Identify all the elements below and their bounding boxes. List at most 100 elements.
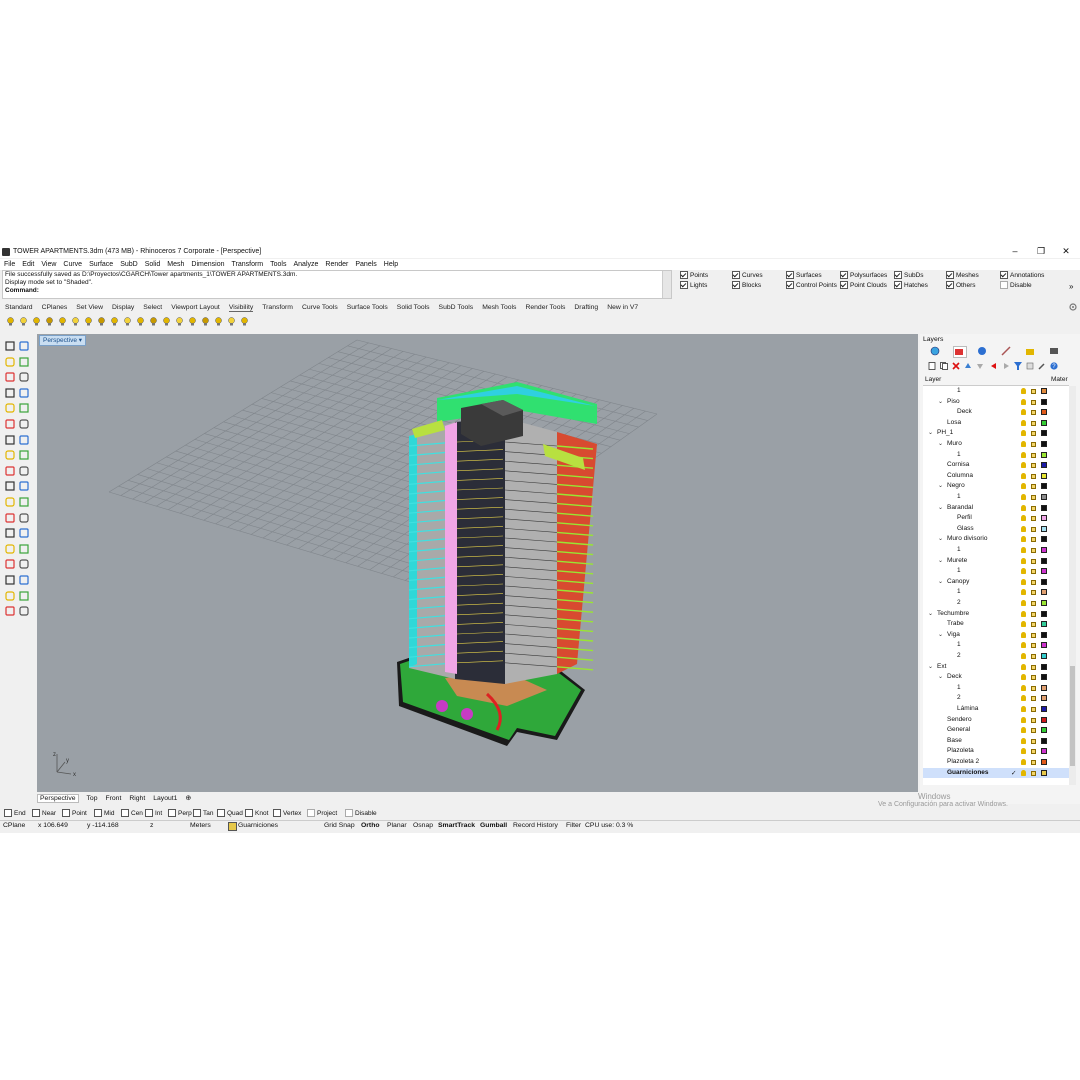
fillet-icon[interactable] — [19, 466, 29, 476]
checkbox[interactable] — [680, 281, 688, 289]
layer-row[interactable]: Deck — [923, 407, 1069, 418]
move-up-icon[interactable] — [964, 362, 972, 370]
move-left-icon[interactable] — [990, 362, 998, 370]
layer-color-swatch[interactable] — [1041, 536, 1047, 543]
menu-view[interactable]: View — [41, 261, 56, 268]
checkbox[interactable] — [732, 271, 740, 279]
layer-row[interactable]: 1 — [923, 640, 1069, 651]
checkbox[interactable] — [168, 809, 176, 817]
viewport-tab-front[interactable]: Front — [105, 795, 121, 802]
lightbulb-icon[interactable] — [1021, 388, 1026, 394]
layer-row[interactable]: 2 — [923, 651, 1069, 662]
layer-color-swatch[interactable] — [1041, 621, 1047, 628]
layers-tab-icon[interactable] — [953, 346, 967, 358]
lightbulb-icon[interactable] — [1021, 494, 1026, 500]
checkbox[interactable] — [193, 809, 201, 817]
layer-color-swatch[interactable] — [1041, 525, 1047, 532]
lightbulb-icon[interactable] — [1021, 547, 1026, 553]
sphere-icon[interactable] — [19, 434, 29, 445]
status-grid-snap[interactable]: Grid Snap — [324, 822, 355, 829]
tab-cplanes[interactable]: CPlanes — [42, 304, 68, 311]
chevron-down-icon[interactable]: ⌄ — [938, 535, 943, 542]
lightbulb-icon[interactable] — [1021, 462, 1026, 469]
split-icon[interactable] — [19, 481, 29, 491]
layer-row[interactable]: 2 — [923, 693, 1069, 704]
lightbulb-icon[interactable] — [1021, 589, 1026, 596]
lightbulb-icon[interactable] — [1021, 759, 1026, 765]
lock-icon[interactable] — [1031, 632, 1036, 638]
lock-icon[interactable] — [1031, 611, 1036, 617]
block-icon[interactable] — [5, 559, 15, 569]
display-tab-icon[interactable] — [977, 346, 989, 356]
layer-color-swatch[interactable] — [1041, 769, 1047, 776]
show-objects-icon[interactable] — [58, 317, 67, 326]
lock-icon[interactable] — [97, 317, 106, 326]
layer-on-icon[interactable] — [214, 317, 223, 326]
osnap-tan[interactable]: Tan — [193, 809, 213, 817]
lightbulb-icon[interactable] — [1021, 430, 1026, 437]
polyline-icon[interactable] — [5, 356, 15, 367]
checkbox[interactable] — [894, 281, 902, 289]
layer-row[interactable]: ⌄ Deck — [923, 672, 1069, 683]
layer-row[interactable]: 1 — [923, 587, 1069, 598]
lock-icon[interactable] — [1031, 442, 1036, 447]
layer-row[interactable]: Columna — [923, 471, 1069, 482]
osnap-project[interactable]: Project — [307, 809, 337, 817]
tools-icon[interactable] — [1038, 362, 1046, 370]
unlock-icon[interactable] — [110, 317, 119, 326]
paint-icon[interactable] — [5, 606, 15, 616]
checkbox[interactable] — [840, 271, 848, 279]
layer-color-swatch[interactable] — [1041, 462, 1047, 469]
lightbulb-icon[interactable] — [1021, 716, 1026, 723]
layer-color-swatch[interactable] — [1041, 419, 1047, 426]
lock-icon[interactable] — [1031, 505, 1036, 511]
osnap-vertex[interactable]: Vertex — [273, 809, 301, 817]
osnap-quad[interactable]: Quad — [217, 809, 243, 817]
lock-icon[interactable] — [1031, 569, 1036, 575]
command-prompt[interactable]: Command: — [3, 287, 671, 295]
lightbulb-icon[interactable] — [1021, 663, 1026, 670]
show-in-detail-icon[interactable] — [162, 317, 171, 326]
menu-render[interactable]: Render — [325, 261, 348, 268]
layer-color-swatch[interactable] — [1041, 388, 1047, 394]
checkbox[interactable] — [1000, 281, 1008, 289]
lightbulb-icon[interactable] — [1021, 568, 1026, 575]
lock-icon[interactable] — [1031, 452, 1036, 458]
hide-icon[interactable] — [19, 317, 28, 326]
layer-color-swatch[interactable] — [1041, 695, 1047, 702]
filter-meshes[interactable]: Meshes — [946, 271, 979, 279]
layer-color-swatch[interactable] — [1041, 504, 1047, 511]
layer-color-swatch[interactable] — [1041, 727, 1047, 734]
status-osnap[interactable]: Osnap — [413, 822, 433, 829]
lock-icon[interactable] — [1031, 473, 1036, 479]
close-button[interactable]: ✕ — [1053, 245, 1079, 258]
filter-icon[interactable] — [1014, 362, 1022, 370]
layer-color-swatch[interactable] — [1041, 706, 1047, 712]
ellipse-icon[interactable] — [19, 403, 29, 413]
lightbulb-icon[interactable] — [1021, 536, 1026, 543]
checkbox[interactable] — [345, 809, 353, 817]
subd-icon[interactable] — [19, 450, 29, 460]
lock-icon[interactable] — [1031, 484, 1036, 490]
filter-points[interactable]: Points — [680, 271, 708, 279]
lock-icon[interactable] — [1031, 664, 1036, 670]
checkbox[interactable] — [94, 809, 102, 817]
checkbox[interactable] — [32, 809, 40, 817]
layer-color-swatch[interactable] — [1041, 642, 1047, 649]
chevron-down-icon[interactable]: ⌄ — [938, 578, 943, 585]
text-icon[interactable] — [5, 528, 15, 538]
lightbulb-icon[interactable] — [1021, 525, 1026, 532]
filter-lights[interactable]: Lights — [680, 281, 707, 289]
named-views-tab-icon[interactable] — [1049, 346, 1061, 356]
tab-surface-tools[interactable]: Surface Tools — [347, 304, 388, 311]
lock-icon[interactable] — [1031, 643, 1036, 649]
lightbulb-icon[interactable] — [1021, 695, 1026, 702]
layer-row[interactable]: ⌄ Negro — [923, 481, 1069, 492]
help-icon[interactable]: ? — [1050, 362, 1058, 370]
menu-help[interactable]: Help — [384, 261, 398, 268]
layer-row[interactable]: Base — [923, 736, 1069, 747]
point-icon[interactable] — [19, 341, 29, 351]
extrude-icon[interactable] — [19, 419, 29, 429]
lightbulb-icon[interactable] — [1021, 515, 1026, 522]
status-smarttrack[interactable]: SmartTrack — [438, 822, 475, 829]
